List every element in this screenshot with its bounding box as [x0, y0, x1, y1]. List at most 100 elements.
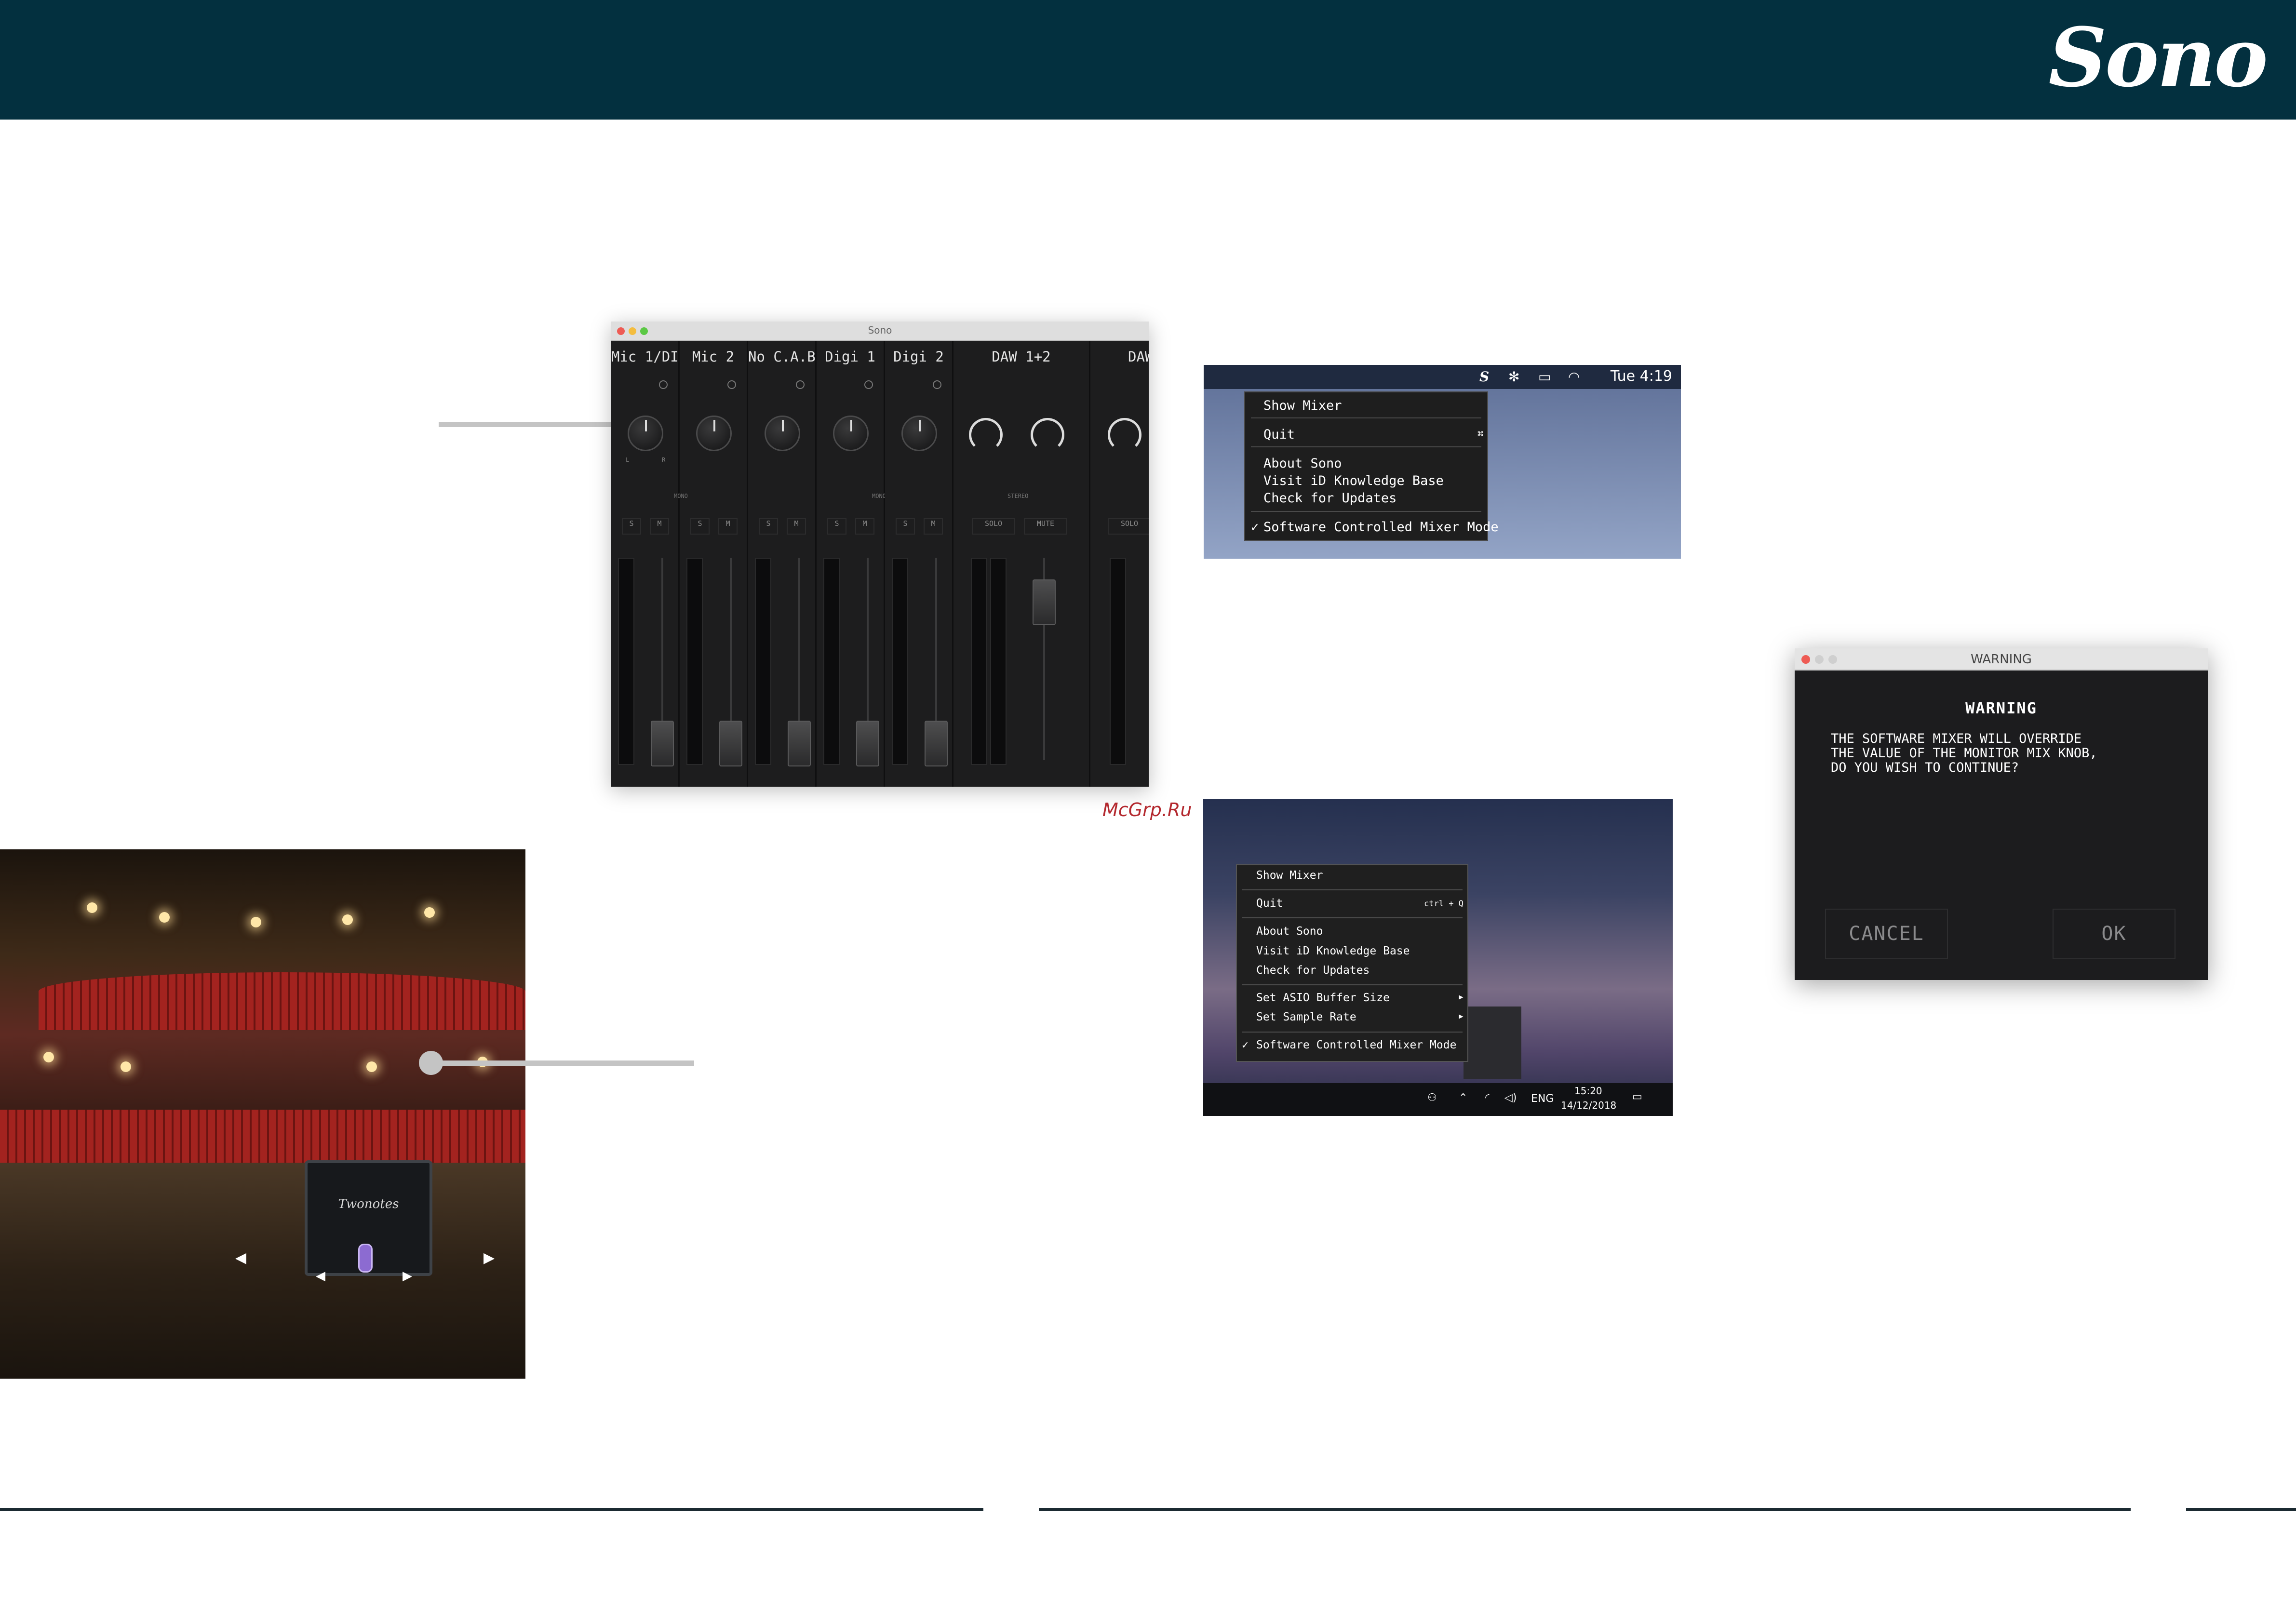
volume-fader[interactable] [925, 721, 948, 766]
taskbar-time[interactable]: 15:20 [1574, 1085, 1602, 1097]
menu-item-software-mixer-mode[interactable]: Software Controlled Mixer Mode [1256, 1039, 1456, 1051]
menubar-clock[interactable]: Tue 4:19 [1611, 368, 1672, 385]
gain-knob[interactable] [628, 416, 663, 451]
menu-item-sample-rate[interactable]: Set Sample Rate [1256, 1011, 1356, 1023]
stage-light [251, 917, 261, 927]
menu-item-check-updates[interactable]: Check for Updates [1263, 491, 1396, 506]
volume-fader[interactable] [788, 721, 811, 766]
ok-button[interactable]: OK [2053, 909, 2175, 959]
channel-strip-mic2: Mic 2 MONO S M [674, 341, 748, 787]
menu-item-show-mixer[interactable]: Show Mixer [1263, 398, 1342, 413]
menu-item-software-mixer-mode[interactable]: Software Controlled Mixer Mode [1263, 520, 1499, 535]
arrow-left-icon[interactable]: ◀ [235, 1249, 246, 1266]
menu-separator [1242, 1032, 1463, 1033]
windows-tray-screenshot: Show Mixer Quit ctrl + Q About Sono Visi… [1203, 799, 1673, 1116]
phase-invert-icon[interactable] [727, 380, 736, 389]
gain-knob[interactable] [696, 416, 732, 451]
solo-button[interactable]: S [690, 518, 710, 535]
group-label-mono: MONO [872, 493, 886, 499]
chevron-up-icon[interactable]: ⌃ [1459, 1092, 1467, 1104]
volume-fader[interactable] [1033, 579, 1056, 625]
windows-taskbar: ⚇ ⌃ ◜ ◁) ENG 15:20 14/12/2018 ▭ [1203, 1083, 1673, 1116]
mic-arrow-right-icon[interactable]: ▶ [403, 1269, 412, 1283]
knob-label-r: R [662, 456, 666, 463]
volume-fader[interactable] [719, 721, 742, 766]
notifications-icon[interactable]: ▭ [1632, 1091, 1642, 1103]
menu-item-about[interactable]: About Sono [1263, 456, 1342, 471]
solo-button[interactable]: S [896, 518, 915, 535]
checkmark-icon: ✓ [1242, 1039, 1249, 1051]
channel-strip-daw: DAW SOLO [1090, 341, 1149, 787]
menu-item-show-mixer[interactable]: Show Mixer [1256, 869, 1323, 882]
stage-light [424, 907, 435, 918]
menu-item-asio-buffer[interactable]: Set ASIO Buffer Size [1256, 992, 1390, 1004]
channel-strip-no-cab: No C.A.B S M [748, 341, 817, 787]
mute-button[interactable]: M [718, 518, 738, 535]
sono-menubar-icon[interactable]: S [1479, 369, 1489, 385]
language-indicator[interactable]: ENG [1531, 1093, 1554, 1105]
menu-item-quit[interactable]: Quit [1263, 427, 1295, 442]
callout-line-stage [429, 1060, 694, 1066]
volume-fader[interactable] [651, 721, 674, 766]
mute-button[interactable]: M [787, 518, 806, 535]
mixer-window: Sono Mic 1/DI L R S M Mic 2 MONO S M No … [611, 322, 1149, 787]
bluetooth-icon[interactable]: ✻ [1508, 369, 1519, 385]
stereo-mute-button[interactable]: MUTE [1024, 518, 1067, 535]
pan-knob[interactable] [1108, 418, 1141, 452]
menu-item-quit[interactable]: Quit [1256, 897, 1283, 910]
quit-shortcut: ⌘ [1477, 428, 1483, 440]
stereo-solo-button[interactable]: SOLO [972, 518, 1015, 535]
menu-item-knowledge-base[interactable]: Visit iD Knowledge Base [1263, 473, 1444, 488]
mute-button[interactable]: M [650, 518, 669, 535]
wifi-icon[interactable]: ◠ [1568, 369, 1580, 385]
checkmark-icon: ✓ [1251, 520, 1259, 535]
pan-knob-left[interactable] [969, 418, 1003, 452]
mute-button[interactable]: M [855, 518, 874, 535]
group-label-stereo: STEREO [1007, 493, 1029, 499]
cancel-button[interactable]: CANCEL [1825, 909, 1948, 959]
taskbar-date[interactable]: 14/12/2018 [1561, 1100, 1616, 1111]
menu-item-check-updates[interactable]: Check for Updates [1256, 964, 1370, 977]
stereo-solo-button[interactable]: SOLO [1108, 518, 1149, 535]
virtual-stage-image: Twonotes ◀ ▶ ◀ ▶ [0, 849, 525, 1379]
footer-rule-right [2186, 1508, 2296, 1511]
level-meter-right [990, 558, 1007, 765]
solo-button[interactable]: S [622, 518, 641, 535]
menu-item-knowledge-base[interactable]: Visit iD Knowledge Base [1256, 945, 1410, 957]
dialog-window-title: WARNING [1971, 652, 2032, 667]
submenu-arrow-icon: ▸ [1458, 1010, 1464, 1022]
level-meter [823, 558, 840, 765]
volume-fader[interactable] [856, 721, 879, 766]
dialog-titlebar: WARNING [1795, 648, 2208, 671]
menu-item-about[interactable]: About Sono [1256, 925, 1323, 938]
mute-button[interactable]: M [924, 518, 943, 535]
solo-button[interactable]: S [827, 518, 846, 535]
arrow-right-icon[interactable]: ▶ [483, 1249, 495, 1266]
dialog-message-line: DO YOU WISH TO CONTINUE? [1831, 760, 2019, 775]
network-icon[interactable]: ◜ [1485, 1092, 1490, 1104]
phase-invert-icon[interactable] [864, 380, 873, 389]
volume-icon[interactable]: ◁) [1504, 1092, 1517, 1104]
quit-shortcut: ctrl + Q [1424, 899, 1464, 909]
gain-knob[interactable] [901, 416, 937, 451]
channel-strip-digi1: Digi 1 MONO S M [817, 341, 886, 787]
windows-context-menu: Show Mixer Quit ctrl + Q About Sono Visi… [1236, 864, 1468, 1062]
level-meter [1110, 558, 1126, 765]
mac-menubar: S ✻ ▭ ◠ Tue 4:19 [1204, 365, 1681, 389]
phase-invert-icon[interactable] [659, 380, 668, 389]
mic-arrow-left-icon[interactable]: ◀ [316, 1269, 325, 1283]
sono-logo: Sono [2048, 10, 2268, 105]
phase-invert-icon[interactable] [796, 380, 805, 389]
people-icon[interactable]: ⚇ [1427, 1092, 1437, 1104]
header-bar: Sono [0, 0, 2296, 120]
solo-button[interactable]: S [759, 518, 778, 535]
pan-knob-right[interactable] [1031, 418, 1064, 452]
airplay-icon[interactable]: ▭ [1538, 369, 1551, 385]
dialog-heading: WARNING [1965, 699, 2037, 717]
microphone[interactable] [358, 1244, 373, 1273]
gain-knob[interactable] [833, 416, 869, 451]
channel-name: No C.A.B [748, 349, 816, 365]
stage-floor [0, 1163, 525, 1379]
gain-knob[interactable] [765, 416, 800, 451]
phase-invert-icon[interactable] [933, 380, 941, 389]
